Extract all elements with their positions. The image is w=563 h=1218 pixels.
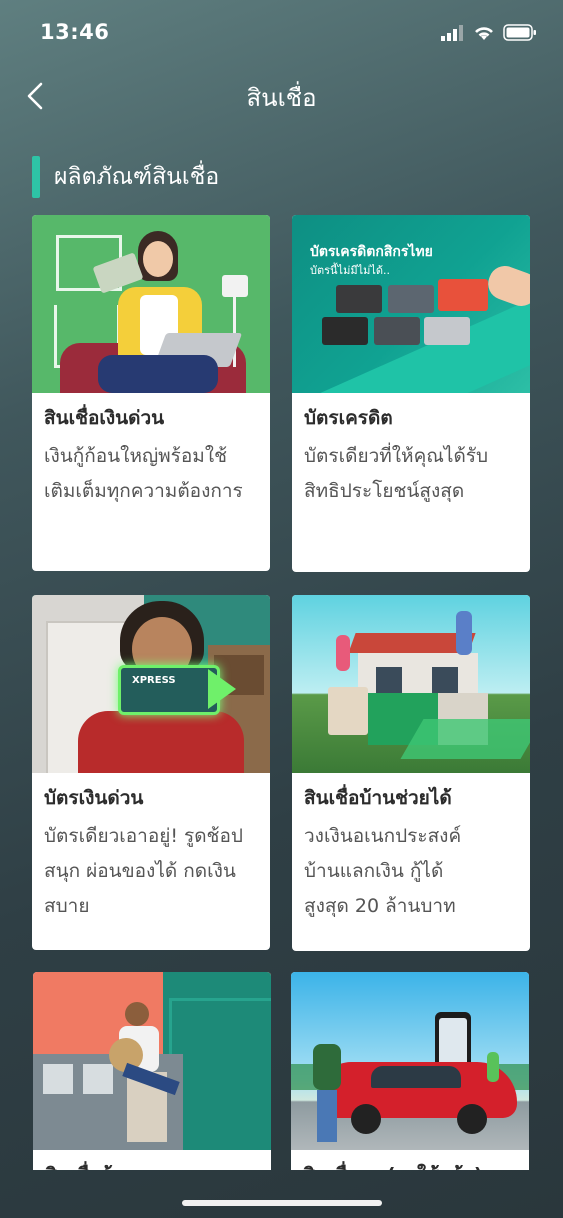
- product-card-quick-loan[interactable]: สินเชื่อเงินด่วน เงินกู้ก้อนใหญ่พร้อมใช้…: [32, 215, 270, 571]
- home-equity-image: [292, 595, 530, 773]
- image-card-label: XPRESS: [132, 675, 176, 686]
- card-desc-line: บัตรเดียวเอาอยู่! รูดช้อป: [44, 825, 243, 847]
- product-card-credit-card[interactable]: บัตรเครดิตกสิกรไทย บัตรนี้ไม่มีไม่ได้.. …: [292, 215, 530, 572]
- used-car-loan-image: [291, 972, 529, 1150]
- product-card-xpress-cash[interactable]: XPRESS บัตรเงินด่วน บัตรเดียวเอาอยู่! รู…: [32, 595, 270, 950]
- card-desc-line: วงเงินอเนกประสงค์: [304, 825, 462, 847]
- card-title: สินเชื่อบ้านช่วยได้: [304, 787, 452, 809]
- card-title: สินเชื่อรถ (รถใช้แล้ว): [291, 1150, 529, 1170]
- card-desc-line: เงินกู้ก้อนใหญ่พร้อมใช้: [44, 445, 227, 467]
- home-loan-image: [33, 972, 271, 1150]
- card-desc-line: สิทธิประโยชน์สูงสุด: [304, 480, 465, 502]
- product-card-used-car-loan[interactable]: สินเชื่อรถ (รถใช้แล้ว): [291, 972, 529, 1170]
- card-description: บัตรเดียวที่ให้คุณได้รับ สิทธิประโยชน์สู…: [292, 433, 530, 509]
- quick-loan-image: [32, 215, 270, 393]
- card-description: วงเงินอเนกประสงค์ บ้านแลกเงิน กู้ได้ สูง…: [292, 813, 530, 924]
- card-desc-line: สูงสุด 20 ล้านบาท: [304, 895, 456, 917]
- image-headline: บัตรเครดิตกสิกรไทย: [310, 244, 433, 260]
- card-desc-line: สบาย: [44, 895, 90, 917]
- xpress-cash-image: XPRESS: [32, 595, 270, 773]
- card-title: สินเชื่อเงินด่วน: [44, 407, 165, 429]
- product-card-home-equity[interactable]: สินเชื่อบ้านช่วยได้ วงเงินอเนกประสงค์ บ้…: [292, 595, 530, 951]
- product-grid: สินเชื่อเงินด่วน เงินกู้ก้อนใหญ่พร้อมใช้…: [0, 0, 563, 1218]
- card-title: บัตรเครดิต: [304, 407, 393, 429]
- product-card-home-loan[interactable]: สินเชื่อบ้าน: [33, 972, 271, 1170]
- card-description: บัตรเดียวเอาอยู่! รูดช้อป สนุก ผ่อนของได…: [32, 813, 270, 924]
- home-indicator[interactable]: [182, 1200, 382, 1206]
- image-subline: บัตรนี้ไม่มีไม่ได้..: [310, 264, 391, 277]
- card-desc-line: เติมเต็มทุกความต้องการ: [44, 480, 243, 502]
- card-title: สินเชื่อบ้าน: [33, 1150, 271, 1170]
- card-desc-line: บัตรเดียวที่ให้คุณได้รับ: [304, 445, 489, 467]
- credit-card-image: บัตรเครดิตกสิกรไทย บัตรนี้ไม่มีไม่ได้..: [292, 215, 530, 393]
- card-desc-line: สนุก ผ่อนของได้ กดเงิน: [44, 860, 236, 882]
- card-title: บัตรเงินด่วน: [44, 787, 144, 809]
- card-description: เงินกู้ก้อนใหญ่พร้อมใช้ เติมเต็มทุกความต…: [32, 433, 270, 509]
- card-desc-line: บ้านแลกเงิน กู้ได้: [304, 860, 444, 882]
